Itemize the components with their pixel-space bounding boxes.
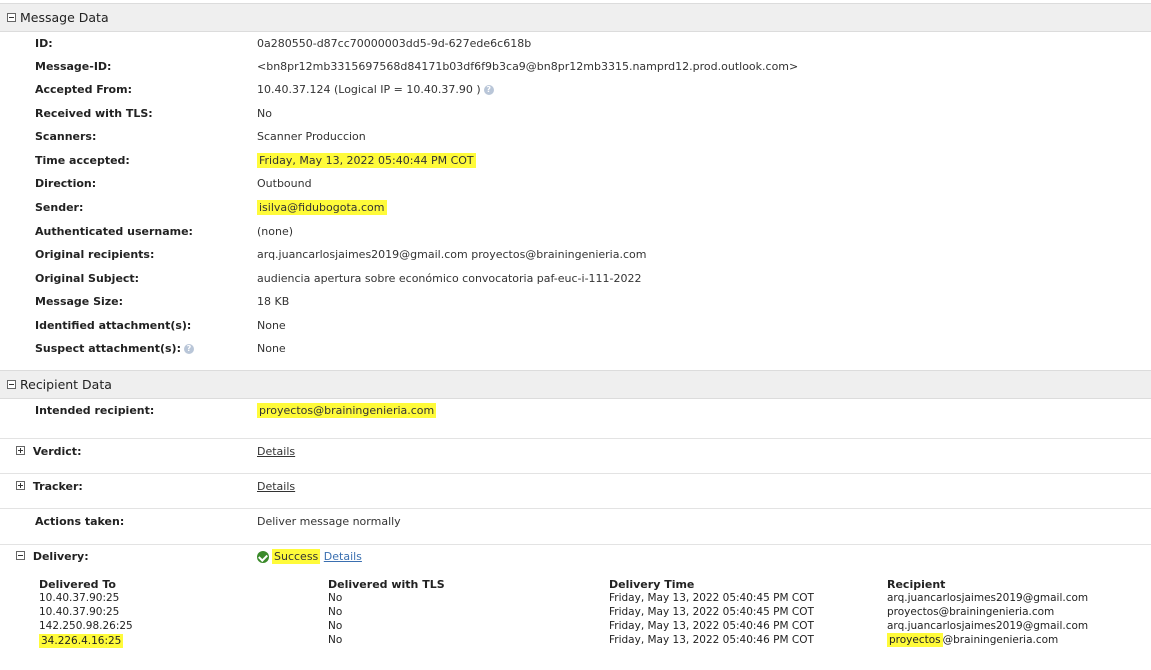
field-label: Intended recipient:: [35, 403, 155, 417]
field-value: 18 KB: [257, 294, 290, 308]
recipient-data-header[interactable]: Recipient Data: [0, 370, 1151, 399]
col-delivery-time: Delivery Time: [609, 578, 695, 591]
cell-time: Friday, May 13, 2022 05:40:46 PM COT: [609, 620, 814, 632]
field-value: None: [257, 318, 286, 332]
cell-recipient: arq.juancarlosjaimes2019@gmail.com: [887, 620, 1089, 632]
verdict-label[interactable]: Verdict:: [16, 445, 81, 458]
cell-time: Friday, May 13, 2022 05:40:45 PM COT: [609, 606, 814, 618]
field-value: <bn8pr12mb3315697568d84171b03df6f9b3ca9@…: [257, 59, 799, 73]
cell-tls: No: [328, 592, 343, 604]
field-label: Message Size:: [35, 294, 124, 308]
cell-delivered-to: 142.250.98.26:25: [39, 620, 133, 632]
field-label: Original recipients:: [35, 247, 155, 261]
table-row: 142.250.98.26:25 No Friday, May 13, 2022…: [0, 620, 1151, 634]
field-label: Time accepted:: [35, 153, 130, 167]
message-data-title: Message Data: [20, 10, 109, 25]
success-text: Success: [272, 548, 321, 564]
field-label: Actions taken:: [35, 514, 125, 528]
field-label: Scanners:: [35, 129, 97, 143]
field-label: Sender:: [35, 200, 84, 214]
field-value: Scanner Produccion: [257, 129, 366, 143]
cell-recipient: proyectos@brainingenieria.com: [887, 633, 1059, 647]
delivery-status: Success Details: [257, 548, 362, 564]
field-label: Authenticated username:: [35, 224, 193, 238]
field-label: ID:: [35, 36, 53, 50]
field-value: Outbound: [257, 176, 312, 190]
cell-delivered-to: 10.40.37.90:25: [39, 606, 120, 618]
table-row: 10.40.37.90:25 No Friday, May 13, 2022 0…: [0, 592, 1151, 606]
field-value: isilva@fidubogota.com: [257, 199, 387, 215]
field-value: 10.40.37.124 (Logical IP = 10.40.37.90 )…: [257, 83, 494, 96]
field-value: (none): [257, 224, 294, 238]
help-icon[interactable]: ?: [483, 84, 494, 95]
actions-block: Actions taken: Deliver message normally: [0, 509, 1151, 545]
table-row: 34.226.4.16:25 No Friday, May 13, 2022 0…: [0, 633, 1151, 648]
success-check-icon: [257, 550, 269, 563]
cell-tls: No: [328, 620, 343, 632]
collapse-icon[interactable]: [7, 380, 16, 389]
cell-delivered-to: 10.40.37.90:25: [39, 592, 120, 604]
accepted-from-text: 10.40.37.124 (Logical IP = 10.40.37.90 ): [257, 82, 481, 96]
verdict-details-link[interactable]: Details: [257, 445, 295, 458]
intended-recipient-block: Intended recipient: proyectos@brainingen…: [0, 398, 1151, 439]
table-row: 10.40.37.90:25 No Friday, May 13, 2022 0…: [0, 606, 1151, 620]
field-label: Received with TLS:: [35, 106, 153, 120]
recipient-highlight: proyectos: [887, 633, 943, 647]
collapse-icon[interactable]: [16, 550, 25, 560]
field-value: audiencia apertura sobre económico convo…: [257, 271, 642, 285]
expand-icon[interactable]: [16, 445, 25, 455]
field-label: Accepted From:: [35, 82, 132, 96]
col-recipient: Recipient: [887, 578, 946, 591]
cell-recipient: proyectos@brainingenieria.com: [887, 606, 1055, 618]
col-delivered-tls: Delivered with TLS: [328, 578, 445, 591]
cell-recipient: arq.juancarlosjaimes2019@gmail.com: [887, 592, 1089, 604]
cell-tls: No: [328, 634, 343, 646]
delivery-label[interactable]: Delivery:: [16, 550, 89, 563]
field-label: Identified attachment(s):: [35, 318, 192, 332]
cell-time: Friday, May 13, 2022 05:40:45 PM COT: [609, 592, 814, 604]
recipient-data-title: Recipient Data: [20, 377, 112, 392]
expand-icon[interactable]: [16, 480, 25, 490]
col-delivered-to: Delivered To: [39, 578, 116, 591]
cell-delivered-to: 34.226.4.16:25: [39, 634, 124, 648]
tracker-block: Tracker: Details: [0, 474, 1151, 509]
tracker-label-text: Tracker:: [32, 479, 83, 493]
field-label: Message-ID:: [35, 59, 112, 73]
field-value: proyectos@brainingenieria.com: [257, 402, 437, 418]
table-header: Delivered To Delivered with TLS Delivery…: [0, 578, 1151, 592]
message-data-header[interactable]: Message Data: [0, 3, 1151, 32]
field-label: Direction:: [35, 176, 97, 190]
verdict-block: Verdict: Details: [0, 439, 1151, 474]
field-label: Suspect attachment(s):?: [35, 342, 194, 355]
collapse-icon[interactable]: [7, 13, 16, 22]
tracker-details-link[interactable]: Details: [257, 480, 295, 493]
field-value: No: [257, 106, 272, 120]
tracker-label[interactable]: Tracker:: [16, 480, 83, 493]
field-value: 0a280550-d87cc70000003dd5-9d-627ede6c618…: [257, 36, 532, 50]
delivery-table: Delivered To Delivered with TLS Delivery…: [0, 578, 1151, 648]
verdict-label-text: Verdict:: [32, 444, 82, 458]
field-label: Original Subject:: [35, 271, 140, 285]
field-value: Friday, May 13, 2022 05:40:44 PM COT: [257, 152, 476, 168]
cell-tls: No: [328, 606, 343, 618]
field-value: arq.juancarlosjaimes2019@gmail.com proye…: [257, 247, 647, 261]
delivery-details-link[interactable]: Details: [324, 550, 362, 563]
cell-time: Friday, May 13, 2022 05:40:46 PM COT: [609, 634, 814, 646]
suspect-label-text: Suspect attachment(s):: [35, 341, 181, 355]
field-value: None: [257, 341, 286, 355]
delivery-label-text: Delivery:: [32, 549, 89, 563]
field-value: Deliver message normally: [257, 514, 401, 528]
help-icon[interactable]: ?: [183, 343, 194, 354]
recipient-rest: @brainingenieria.com: [942, 634, 1059, 646]
